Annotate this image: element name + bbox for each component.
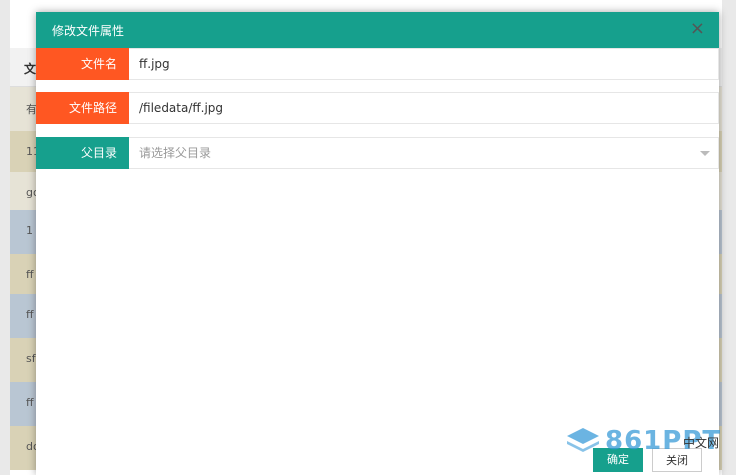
form-row-filepath: 文件路径 /filedata/ff.jpg bbox=[36, 92, 719, 124]
edit-file-dialog: 修改文件属性 × 文件名 ff.jpg 文件路径 /filedata/ff.jp… bbox=[36, 12, 719, 475]
filename-label: 文件名 bbox=[36, 48, 129, 80]
parent-dir-select[interactable]: 请选择父目录 bbox=[129, 137, 719, 169]
table-header-cell: 文 bbox=[24, 62, 37, 76]
parent-dir-placeholder: 请选择父目录 bbox=[139, 146, 212, 160]
form-row-parent-dir: 父目录 请选择父目录 bbox=[36, 137, 719, 169]
layers-icon bbox=[567, 428, 599, 452]
chevron-down-icon[interactable] bbox=[700, 151, 710, 156]
dialog-header: 修改文件属性 × bbox=[36, 12, 719, 48]
close-icon[interactable]: × bbox=[690, 19, 705, 39]
parent-dir-label: 父目录 bbox=[36, 137, 129, 169]
filepath-label: 文件路径 bbox=[36, 92, 129, 124]
watermark-sub: 中文网 bbox=[683, 436, 720, 450]
filename-input[interactable]: ff.jpg bbox=[129, 48, 719, 80]
filepath-input[interactable]: /filedata/ff.jpg bbox=[129, 92, 719, 124]
watermark: 861PPT 中文网 bbox=[565, 426, 720, 458]
dialog-title: 修改文件属性 bbox=[52, 24, 125, 38]
form-row-filename: 文件名 ff.jpg bbox=[36, 48, 719, 80]
